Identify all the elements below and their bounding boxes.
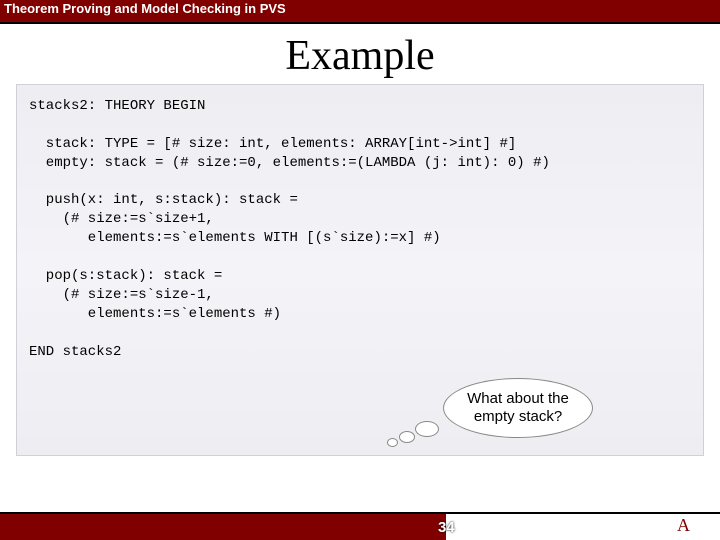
bubble-text: What about the empty stack?: [450, 390, 586, 426]
header-bar: Theorem Proving and Model Checking in PV…: [0, 0, 720, 24]
slide-title: Example: [0, 32, 720, 80]
bubble-dot-icon: [399, 431, 415, 443]
footer-left-fill: [0, 512, 446, 540]
footer-letter: A: [677, 515, 690, 536]
thought-bubble: What about the empty stack?: [443, 375, 593, 441]
footer-bar: 34 A: [0, 512, 720, 540]
code-panel: stacks2: THEORY BEGIN stack: TYPE = [# s…: [16, 84, 704, 456]
page-number: 34: [438, 519, 455, 536]
bubble-dot-icon: [387, 438, 398, 447]
code-text: stacks2: THEORY BEGIN stack: TYPE = [# s…: [29, 98, 550, 360]
bubble-cloud-icon: What about the empty stack?: [443, 378, 593, 438]
bubble-dot-icon: [415, 421, 439, 437]
header-title: Theorem Proving and Model Checking in PV…: [4, 1, 286, 16]
